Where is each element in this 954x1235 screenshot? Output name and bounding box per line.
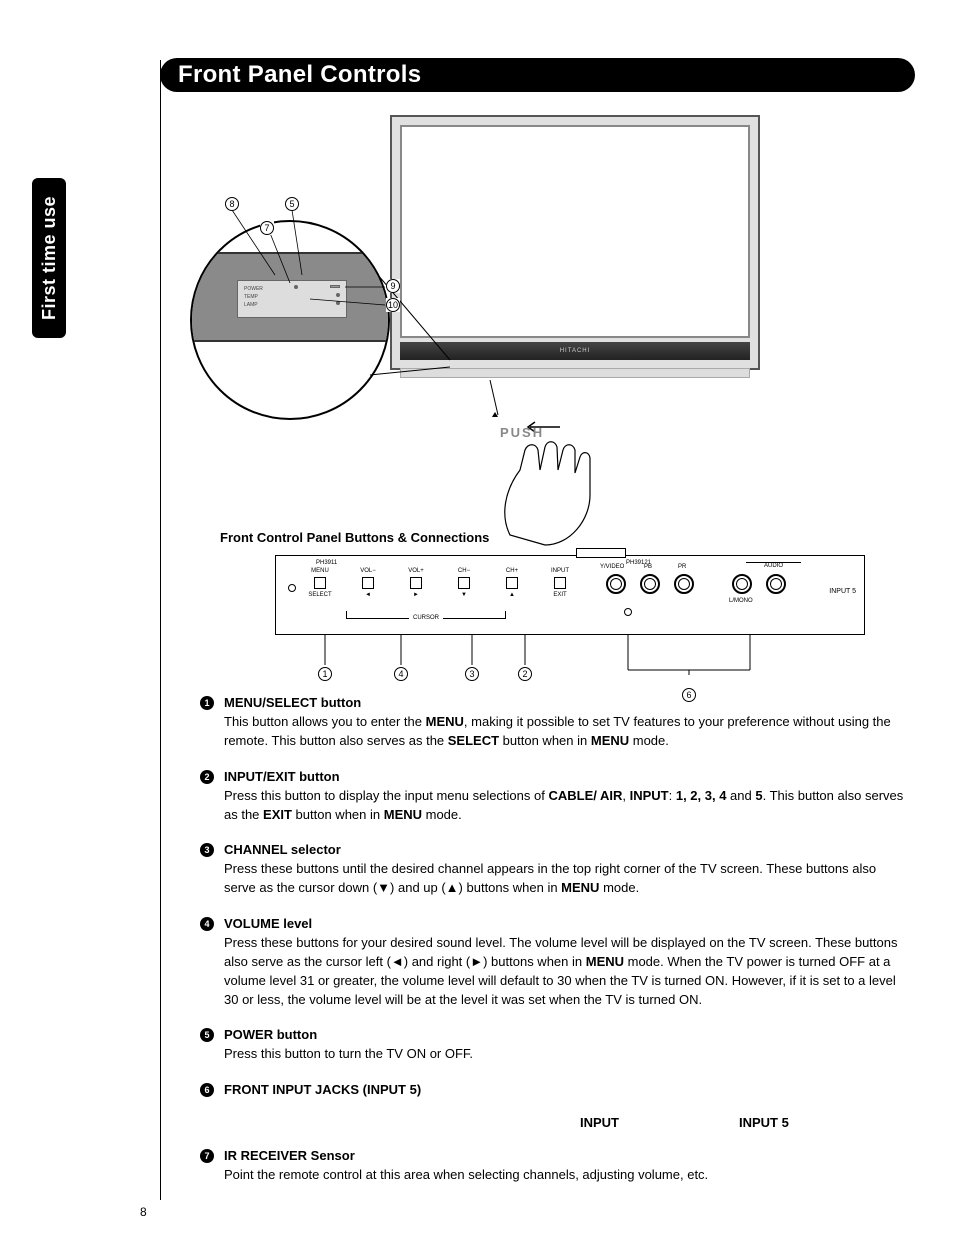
figure: HITACHI POWER TEMP LAMP — [190, 115, 890, 675]
def-7-body: Point the remote control at this area wh… — [224, 1166, 910, 1185]
def-3-title: CHANNEL selector — [224, 842, 910, 857]
power-label: POWER — [244, 285, 263, 293]
def-1-num: 1 — [200, 696, 214, 710]
side-tab: First time use — [32, 178, 66, 338]
side-tab-label: First time use — [39, 196, 60, 320]
def-7-num: 7 — [200, 1149, 214, 1163]
def-4: 4 VOLUME level Press these buttons for y… — [200, 916, 910, 1009]
jack-pr-icon — [674, 574, 694, 594]
audio-label: AUDIO — [764, 563, 783, 569]
lamp-label: LAMP — [244, 301, 258, 309]
btn-vol-up: VOL+► — [402, 568, 430, 598]
callout-1: 1 — [318, 667, 332, 681]
def-5: 5 POWER button Press this button to turn… — [200, 1027, 910, 1064]
jack-pb-icon — [640, 574, 660, 594]
callout-7-num: 7 — [260, 221, 274, 235]
jack-pr-label: PR — [678, 564, 686, 570]
def-1-body: This button allows you to enter the MENU… — [224, 713, 910, 751]
jack-audio-r-icon — [766, 574, 786, 594]
def-7-title: IR RECEIVER Sensor — [224, 1148, 910, 1163]
small-hole-icon — [624, 608, 632, 616]
callout-2: 2 — [518, 667, 532, 681]
callout-10-num: 10 — [386, 298, 400, 312]
callout-5: 5 — [285, 197, 299, 211]
def-5-body: Press this button to turn the TV ON or O… — [224, 1045, 910, 1064]
cursor-label: CURSOR — [409, 615, 443, 621]
tv-illustration: HITACHI — [390, 115, 760, 370]
audio-bracket: AUDIO — [746, 562, 801, 569]
cursor-bracket: CURSOR — [346, 611, 506, 619]
def-2: 2 INPUT/EXIT button Press this button to… — [200, 769, 910, 825]
btn-vol-down: VOL−◄ — [354, 568, 382, 598]
magnifier-detail: POWER TEMP LAMP — [190, 220, 390, 420]
def-6-title: FRONT INPUT JACKS (INPUT 5) — [224, 1082, 910, 1097]
btn-input: INPUTEXIT — [546, 568, 574, 598]
indicator-panel: POWER TEMP LAMP — [237, 280, 347, 318]
callout-9: 9 — [386, 279, 400, 293]
content-area: HITACHI POWER TEMP LAMP — [160, 60, 915, 675]
temp-dot-icon — [336, 293, 340, 297]
def-2-num: 2 — [200, 770, 214, 784]
page-number: 8 — [140, 1205, 147, 1219]
def-6: 6 FRONT INPUT JACKS (INPUT 5) — [200, 1082, 910, 1097]
panel-divider — [576, 548, 626, 558]
jack-yvideo-icon — [606, 574, 626, 594]
def-2-body: Press this button to display the input m… — [224, 787, 910, 825]
callout-3: 3 — [465, 667, 479, 681]
def-3: 3 CHANNEL selector Press these buttons u… — [200, 842, 910, 898]
def-2-title: INPUT/EXIT button — [224, 769, 910, 784]
def-3-num: 3 — [200, 843, 214, 857]
callout-8-num: 8 — [225, 197, 239, 211]
model-left: PH3911 — [316, 560, 337, 566]
callout-8: 8 — [225, 197, 239, 211]
label-input5: INPUT 5 — [739, 1115, 789, 1130]
def-1-title: MENU/SELECT button — [224, 695, 910, 710]
callout-4: 4 — [394, 667, 408, 681]
def-4-body: Press these buttons for your desired sou… — [224, 934, 910, 1009]
tv-base — [400, 368, 750, 378]
tv-bezel: HITACHI — [400, 342, 750, 360]
btn-ch-down: CH−▼ — [450, 568, 478, 598]
def-4-num: 4 — [200, 917, 214, 931]
input-labels-row: INPUT INPUT 5 — [580, 1115, 910, 1130]
def-7: 7 IR RECEIVER Sensor Point the remote co… — [200, 1148, 910, 1185]
input5-label: INPUT 5 — [829, 588, 856, 595]
label-input: INPUT — [580, 1115, 619, 1130]
power-led-icon — [330, 285, 340, 288]
callout-9-num: 9 — [386, 279, 400, 293]
lmono-label: L/MONO — [729, 598, 753, 604]
btn-menu: MENUSELECT — [306, 568, 334, 598]
def-1: 1 MENU/SELECT button This button allows … — [200, 695, 910, 751]
def-5-title: POWER button — [224, 1027, 910, 1042]
def-6-num: 6 — [200, 1083, 214, 1097]
tv-brand-label: HITACHI — [560, 348, 591, 354]
front-panel-diagram: PH3911 PH39121 MENUSELECT VOL−◄ VOL+► CH… — [275, 555, 865, 635]
tv-screen — [400, 125, 750, 338]
ir-window-icon — [288, 584, 296, 592]
jack-yvideo-label: Y/VIDEO — [600, 564, 624, 570]
jack-pb-label: PB — [644, 564, 652, 570]
lamp-dot-icon — [336, 301, 340, 305]
panel-jacks: Y/VIDEO PB PR L/MONO — [606, 574, 786, 594]
definitions-list: 1 MENU/SELECT button This button allows … — [200, 695, 910, 1203]
def-5-num: 5 — [200, 1028, 214, 1042]
panel-buttons: MENUSELECT VOL−◄ VOL+► CH−▼ CH+▲ INPUTEX… — [306, 568, 574, 598]
temp-label: TEMP — [244, 293, 258, 301]
power-dot-icon — [294, 285, 298, 289]
def-4-title: VOLUME level — [224, 916, 910, 931]
jack-audio-l-icon — [732, 574, 752, 594]
def-3-body: Press these buttons until the desired ch… — [224, 860, 910, 898]
btn-ch-up: CH+▲ — [498, 568, 526, 598]
callout-7: 7 — [260, 221, 274, 235]
callout-10: 10 — [386, 298, 400, 312]
callout-5-num: 5 — [285, 197, 299, 211]
panel-subtitle: Front Control Panel Buttons & Connection… — [220, 530, 489, 545]
